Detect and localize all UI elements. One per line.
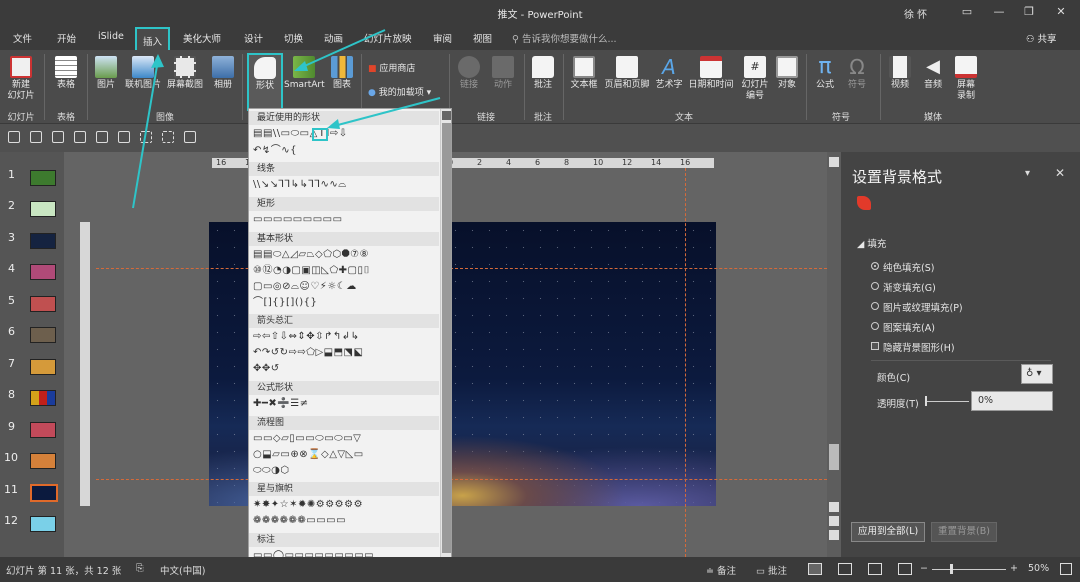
tutorial-arrows bbox=[132, 29, 441, 209]
arrow-to-insert-tab bbox=[132, 59, 159, 209]
powerpoint-window: 推文 - PowerPoint 徐 怀 ▭ — ❐ ✕ 文件 开始 iSlide… bbox=[0, 0, 1080, 582]
arrow-head bbox=[327, 119, 340, 129]
arrow-to-shapes-button bbox=[299, 29, 386, 69]
arrow-head bbox=[151, 54, 164, 68]
arrow-to-rectangle-shape bbox=[333, 97, 441, 127]
arrow-head bbox=[294, 61, 308, 71]
